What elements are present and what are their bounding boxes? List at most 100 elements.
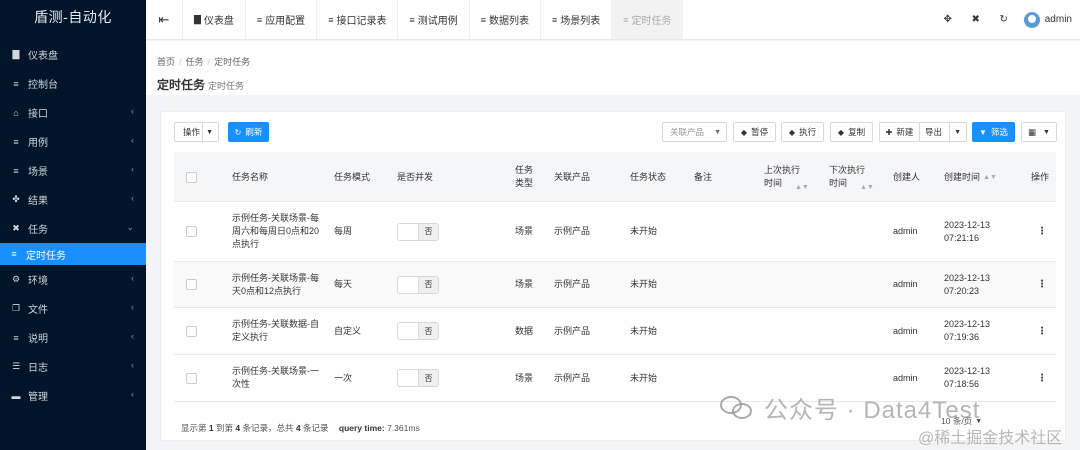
sidebar-item-1[interactable]: ≡ 控制台	[0, 69, 146, 98]
credit-card-icon: ▬	[11, 390, 21, 401]
col-actions: 操作	[1031, 171, 1050, 182]
sort-icon[interactable]: ▲▼	[983, 171, 997, 184]
concurrent-switch[interactable]: 否	[397, 308, 439, 354]
caret-down-icon: ▼	[1043, 128, 1050, 136]
tab-4[interactable]: ≡ 数据列表	[468, 0, 540, 39]
product-select[interactable]: 关联产品 ▼	[662, 122, 727, 142]
concurrent-switch[interactable]: 否	[397, 202, 439, 261]
col-status[interactable]: 任务状态	[630, 152, 666, 202]
bank-icon: ⌂	[13, 107, 19, 118]
avatar[interactable]	[1023, 11, 1040, 28]
sidebar-item-2[interactable]: ⌂ 接口 ‹	[0, 98, 146, 127]
chevron-left-icon: ‹	[131, 164, 134, 174]
row-checkbox[interactable]	[186, 202, 197, 261]
row-checkbox[interactable]	[186, 262, 197, 307]
app-title: 盾测-自动化	[34, 9, 112, 25]
sidebar-item-11[interactable]: ☰ 日志 ‹	[0, 352, 146, 381]
row-checkbox[interactable]	[186, 308, 197, 354]
fullscreen-icon[interactable]: ✖	[962, 14, 990, 25]
tab-label: 场景列表	[560, 16, 601, 27]
sidebar-item-6[interactable]: ✖ 任务 ⌄	[0, 214, 146, 243]
table-row[interactable]: 示例任务-关联场景-每周六和每周日0点和20点执行 每周 否 场景 示例产品 未开始 adm…	[174, 202, 1056, 262]
row-actions-menu[interactable]: ⋮	[1037, 262, 1047, 307]
more-vertical-icon[interactable]: ⋮	[1037, 278, 1047, 291]
chevron-left-icon: ‹	[131, 302, 134, 312]
list-icon: ≡	[13, 136, 19, 147]
tab-1[interactable]: ≡ 应用配置	[244, 0, 316, 39]
row-checkbox[interactable]	[186, 355, 197, 401]
tab-5[interactable]: ≡ 场景列表	[539, 0, 611, 39]
chevron-left-icon: ‹	[131, 389, 134, 399]
breadcrumb-task[interactable]: 任务	[186, 57, 204, 67]
pin-icon[interactable]: ✥	[934, 14, 962, 25]
row-actions-menu[interactable]: ⋮	[1037, 355, 1047, 401]
sort-icon[interactable]: ▲▼	[795, 181, 809, 194]
pause-button[interactable]: ◆ 暂停	[733, 122, 776, 142]
row-actions-menu[interactable]: ⋮	[1037, 202, 1047, 261]
filter-button[interactable]: ▼ 筛选	[972, 122, 1015, 142]
list-icon: ≡	[11, 249, 17, 259]
sidebar-item-3[interactable]: ≡ 用例 ‹	[0, 127, 146, 156]
sidebar-item-5[interactable]: ✤ 结果 ‹	[0, 185, 146, 214]
col-concurrent[interactable]: 是否并发	[397, 152, 433, 202]
sidebar-item-12[interactable]: ▬ 管理 ‹	[0, 381, 146, 410]
table-row[interactable]: 示例任务-关联场景-每天0点和12点执行 每天 否 场景 示例产品 未开始 admin 202…	[174, 262, 1056, 308]
col-product[interactable]: 关联产品	[554, 152, 590, 202]
sidebar-item-10[interactable]: ≡ 说明 ‹	[0, 323, 146, 352]
sidebar-item-7[interactable]: ≡ 定时任务	[0, 243, 146, 265]
tab-3[interactable]: ≡ 测试用例	[397, 0, 468, 39]
chevron-left-icon: ‹	[131, 106, 134, 116]
sitemap-icon: ✤	[12, 194, 20, 204]
refresh-button[interactable]: ↻ 刷新	[228, 122, 269, 142]
tab-0[interactable]: ▇ 仪表盘	[182, 0, 245, 39]
tab-6[interactable]: ≡ 定时任务	[611, 0, 683, 39]
user-name[interactable]: admin	[1045, 14, 1072, 25]
more-vertical-icon[interactable]: ⋮	[1037, 225, 1047, 238]
col-next-run[interactable]: 下次执行时间 ▲▼	[829, 152, 874, 202]
caret-down-icon: ▼	[714, 128, 721, 136]
sidebar-item-8[interactable]: ⚙ 环境 ‹	[0, 265, 146, 294]
col-last-run[interactable]: 上次执行时间 ▲▼	[764, 152, 809, 202]
tab-2[interactable]: ≡ 接口记录表	[316, 0, 397, 39]
task-mode: 一次	[334, 372, 353, 383]
breadcrumb-home[interactable]: 首页	[157, 57, 175, 67]
list-icon: ≡	[328, 14, 334, 25]
select-all-checkbox[interactable]	[186, 152, 197, 202]
col-created[interactable]: 创建时间 ▲▼	[944, 152, 997, 202]
sidebar-item-4[interactable]: ≡ 场景 ‹	[0, 156, 146, 185]
sort-icon[interactable]: ▲▼	[860, 181, 874, 194]
task-creator: admin	[893, 226, 918, 236]
export-dropdown[interactable]: 导出 ▼	[919, 122, 967, 143]
sidebar-item-label: 管理	[28, 392, 48, 403]
sidebar-item-9[interactable]: ❐ 文件 ‹	[0, 294, 146, 323]
col-creator[interactable]: 创建人	[893, 152, 920, 202]
col-name[interactable]: 任务名称	[232, 152, 268, 202]
columns-toggle[interactable]: ▦ ▼	[1021, 122, 1057, 142]
execute-button[interactable]: ◆ 执行	[781, 122, 824, 142]
more-vertical-icon[interactable]: ⋮	[1037, 325, 1047, 338]
new-button[interactable]: ✚ 新建	[879, 122, 920, 142]
sidebar-item-0[interactable]: ▇ 仪表盘	[0, 40, 146, 69]
list-icon: ≡	[623, 14, 629, 25]
sidebar-toggle-icon[interactable]: ⇤	[146, 0, 182, 39]
sidebar-item-label: 定时任务	[26, 250, 66, 262]
table-icon: ▦	[1028, 126, 1037, 137]
col-remark[interactable]: 备注	[694, 152, 712, 202]
row-actions-menu[interactable]: ⋮	[1037, 308, 1047, 354]
chevron-left-icon: ‹	[131, 360, 134, 370]
col-mode[interactable]: 任务模式	[334, 152, 370, 202]
operations-dropdown[interactable]: 操作 ▼	[174, 122, 219, 143]
sidebar: 盾测-自动化 ▇ 仪表盘 ≡ 控制台 ⌂ 接口 ‹ ≡ 用例 ‹ ≡ 场景 ‹ ✤ 结果 ‹ ✖ 任务 ⌄ ≡ 定时任务…	[0, 0, 146, 450]
concurrent-switch[interactable]: 否	[397, 262, 439, 307]
sidebar-item-label: 用例	[28, 138, 48, 149]
copy-button[interactable]: ◆ 复制	[830, 122, 873, 142]
table-row[interactable]: 示例任务-关联数据-自定义执行 自定义 否 数据 示例产品 未开始 admin 2023-12…	[174, 308, 1056, 355]
refresh-icon[interactable]: ↻	[990, 14, 1018, 25]
col-type[interactable]: 任务类型	[515, 152, 537, 202]
tab-label: 接口记录表	[336, 16, 387, 27]
task-product: 示例产品	[554, 226, 591, 236]
more-vertical-icon[interactable]: ⋮	[1037, 372, 1047, 385]
chevron-left-icon: ‹	[131, 135, 134, 145]
concurrent-switch[interactable]: 否	[397, 355, 439, 401]
task-name: 示例任务-关联场景-一次性	[232, 366, 319, 389]
